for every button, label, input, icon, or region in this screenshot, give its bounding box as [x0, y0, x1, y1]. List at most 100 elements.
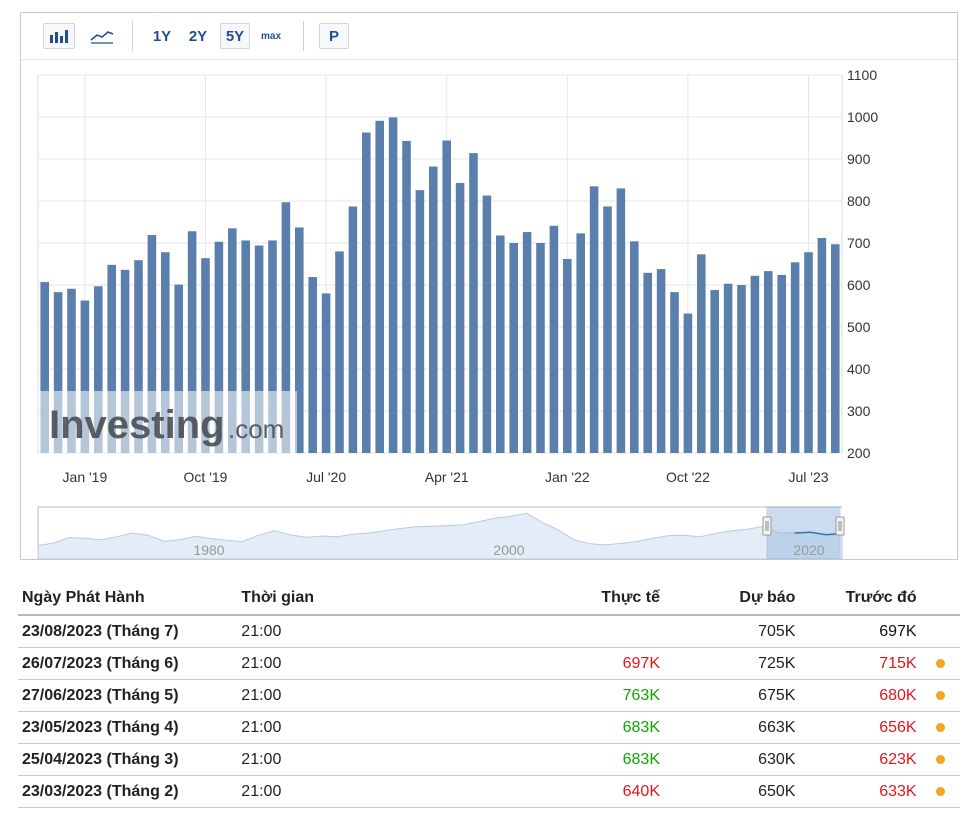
line-chart-button[interactable]: [85, 23, 119, 49]
release-date-cell: 26/07/2023 (Tháng 6): [18, 647, 238, 680]
bar[interactable]: [576, 233, 585, 453]
revised-dot-icon[interactable]: [935, 690, 945, 700]
previous-cell: 633K: [799, 775, 921, 808]
bar[interactable]: [643, 272, 652, 453]
bar[interactable]: [790, 262, 800, 453]
bar[interactable]: [710, 290, 719, 453]
bar[interactable]: [723, 283, 733, 453]
bar[interactable]: [442, 140, 451, 453]
time-cell: 21:00: [237, 743, 539, 776]
header-marker: [920, 582, 960, 616]
actual-cell: 683K: [538, 743, 664, 776]
bar[interactable]: [804, 252, 813, 453]
actual-cell: 640K: [538, 775, 664, 808]
x-tick-label: Oct '19: [184, 469, 228, 485]
range-2y-button[interactable]: 2Y: [184, 23, 212, 49]
bar[interactable]: [469, 153, 478, 453]
time-cell: 21:00: [237, 775, 539, 808]
revised-dot-icon[interactable]: [935, 754, 945, 764]
watermark-suffix: .com: [228, 414, 284, 444]
bar[interactable]: [737, 285, 746, 453]
bar[interactable]: [817, 237, 827, 453]
previous-cell: 656K: [799, 711, 921, 744]
bar[interactable]: [630, 241, 639, 453]
revised-dot-icon[interactable]: [935, 722, 945, 732]
bar[interactable]: [589, 186, 599, 454]
y-tick-label: 1000: [847, 109, 878, 125]
forecast-cell: 630K: [664, 743, 800, 776]
header-previous: Trước đó: [799, 582, 921, 616]
navigator-year-label: 2020: [793, 542, 824, 558]
chart-toolbar: 1Y 2Y 5Y max P: [21, 13, 957, 59]
economic-calendar-table: Ngày Phát Hành Thời gian Thực tế Dự báo …: [18, 582, 960, 808]
revision-marker-cell: [920, 647, 960, 680]
navigator[interactable]: 1980 2000 2020: [37, 506, 845, 559]
bar[interactable]: [656, 269, 666, 453]
bar[interactable]: [388, 117, 398, 454]
bar[interactable]: [616, 188, 626, 453]
navigator-handle[interactable]: [762, 516, 772, 536]
bar[interactable]: [509, 243, 518, 453]
line-chart-icon: [90, 31, 114, 44]
bar[interactable]: [375, 120, 384, 453]
release-date-cell: 25/04/2023 (Tháng 3): [18, 743, 238, 776]
bar[interactable]: [496, 235, 505, 453]
bar[interactable]: [777, 274, 786, 453]
y-axis: 1100 1000 900 800 700 600 500 400 300 200: [847, 67, 878, 461]
header-time: Thời gian: [237, 582, 539, 616]
bar[interactable]: [831, 244, 840, 453]
watermark-brand: Investing: [49, 403, 225, 447]
chart-panel: 1Y 2Y 5Y max P Investing .com 1100 1000 90…: [20, 12, 958, 560]
bar[interactable]: [603, 206, 612, 453]
navigator-handle[interactable]: [835, 516, 845, 536]
forecast-cell: 725K: [664, 647, 800, 680]
table-row: 26/07/2023 (Tháng 6) 21:00 697K 725K 715K: [18, 647, 960, 680]
bar[interactable]: [563, 258, 572, 453]
release-date-cell: 23/03/2023 (Tháng 2): [18, 775, 238, 808]
x-tick-label: Apr '21: [425, 469, 469, 485]
bar[interactable]: [429, 166, 438, 453]
range-1y-button[interactable]: 1Y: [148, 23, 176, 49]
revised-dot-icon[interactable]: [935, 786, 945, 796]
bar[interactable]: [536, 243, 545, 453]
bar-chart-button[interactable]: [43, 23, 75, 49]
bar[interactable]: [321, 293, 331, 453]
table-row: 23/03/2023 (Tháng 2) 21:00 640K 650K 633K: [18, 775, 960, 808]
bar[interactable]: [764, 271, 773, 453]
p-button[interactable]: P: [319, 23, 349, 49]
bar[interactable]: [670, 292, 679, 453]
time-cell: 21:00: [237, 615, 539, 648]
bar[interactable]: [750, 275, 760, 453]
bar[interactable]: [308, 277, 317, 453]
bar[interactable]: [348, 206, 358, 453]
y-tick-label: 200: [847, 445, 871, 461]
range-max-button[interactable]: max: [257, 23, 285, 49]
revised-dot-icon[interactable]: [935, 658, 945, 668]
bar[interactable]: [549, 225, 559, 453]
x-tick-label: Jul '23: [788, 469, 828, 485]
y-tick-label: 900: [847, 151, 871, 167]
bar[interactable]: [455, 182, 465, 453]
toolbar-separator: [303, 21, 304, 51]
navigator-year-label: 1980: [193, 542, 224, 558]
bar[interactable]: [402, 140, 411, 453]
y-tick-label: 700: [847, 235, 871, 251]
revision-marker-cell: [920, 615, 960, 648]
actual-cell: 697K: [538, 647, 664, 680]
range-5y-button[interactable]: 5Y: [220, 23, 250, 49]
bar[interactable]: [362, 132, 371, 453]
bar[interactable]: [415, 190, 425, 453]
bar[interactable]: [482, 195, 492, 454]
revision-marker-cell: [920, 743, 960, 776]
bar[interactable]: [335, 251, 344, 453]
time-cell: 21:00: [237, 647, 539, 680]
table-row: 27/06/2023 (Tháng 5) 21:00 763K 675K 680K: [18, 679, 960, 712]
bar[interactable]: [683, 313, 693, 453]
bar[interactable]: [697, 254, 706, 453]
y-tick-label: 500: [847, 319, 871, 335]
release-date-cell: 27/06/2023 (Tháng 5): [18, 679, 238, 712]
actual-cell: 683K: [538, 711, 664, 744]
x-axis: Jan '19 Oct '19 Jul '20 Apr '21 Jan '22 Oct '…: [63, 469, 829, 485]
actual-cell: [538, 615, 664, 648]
bar[interactable]: [522, 232, 532, 453]
